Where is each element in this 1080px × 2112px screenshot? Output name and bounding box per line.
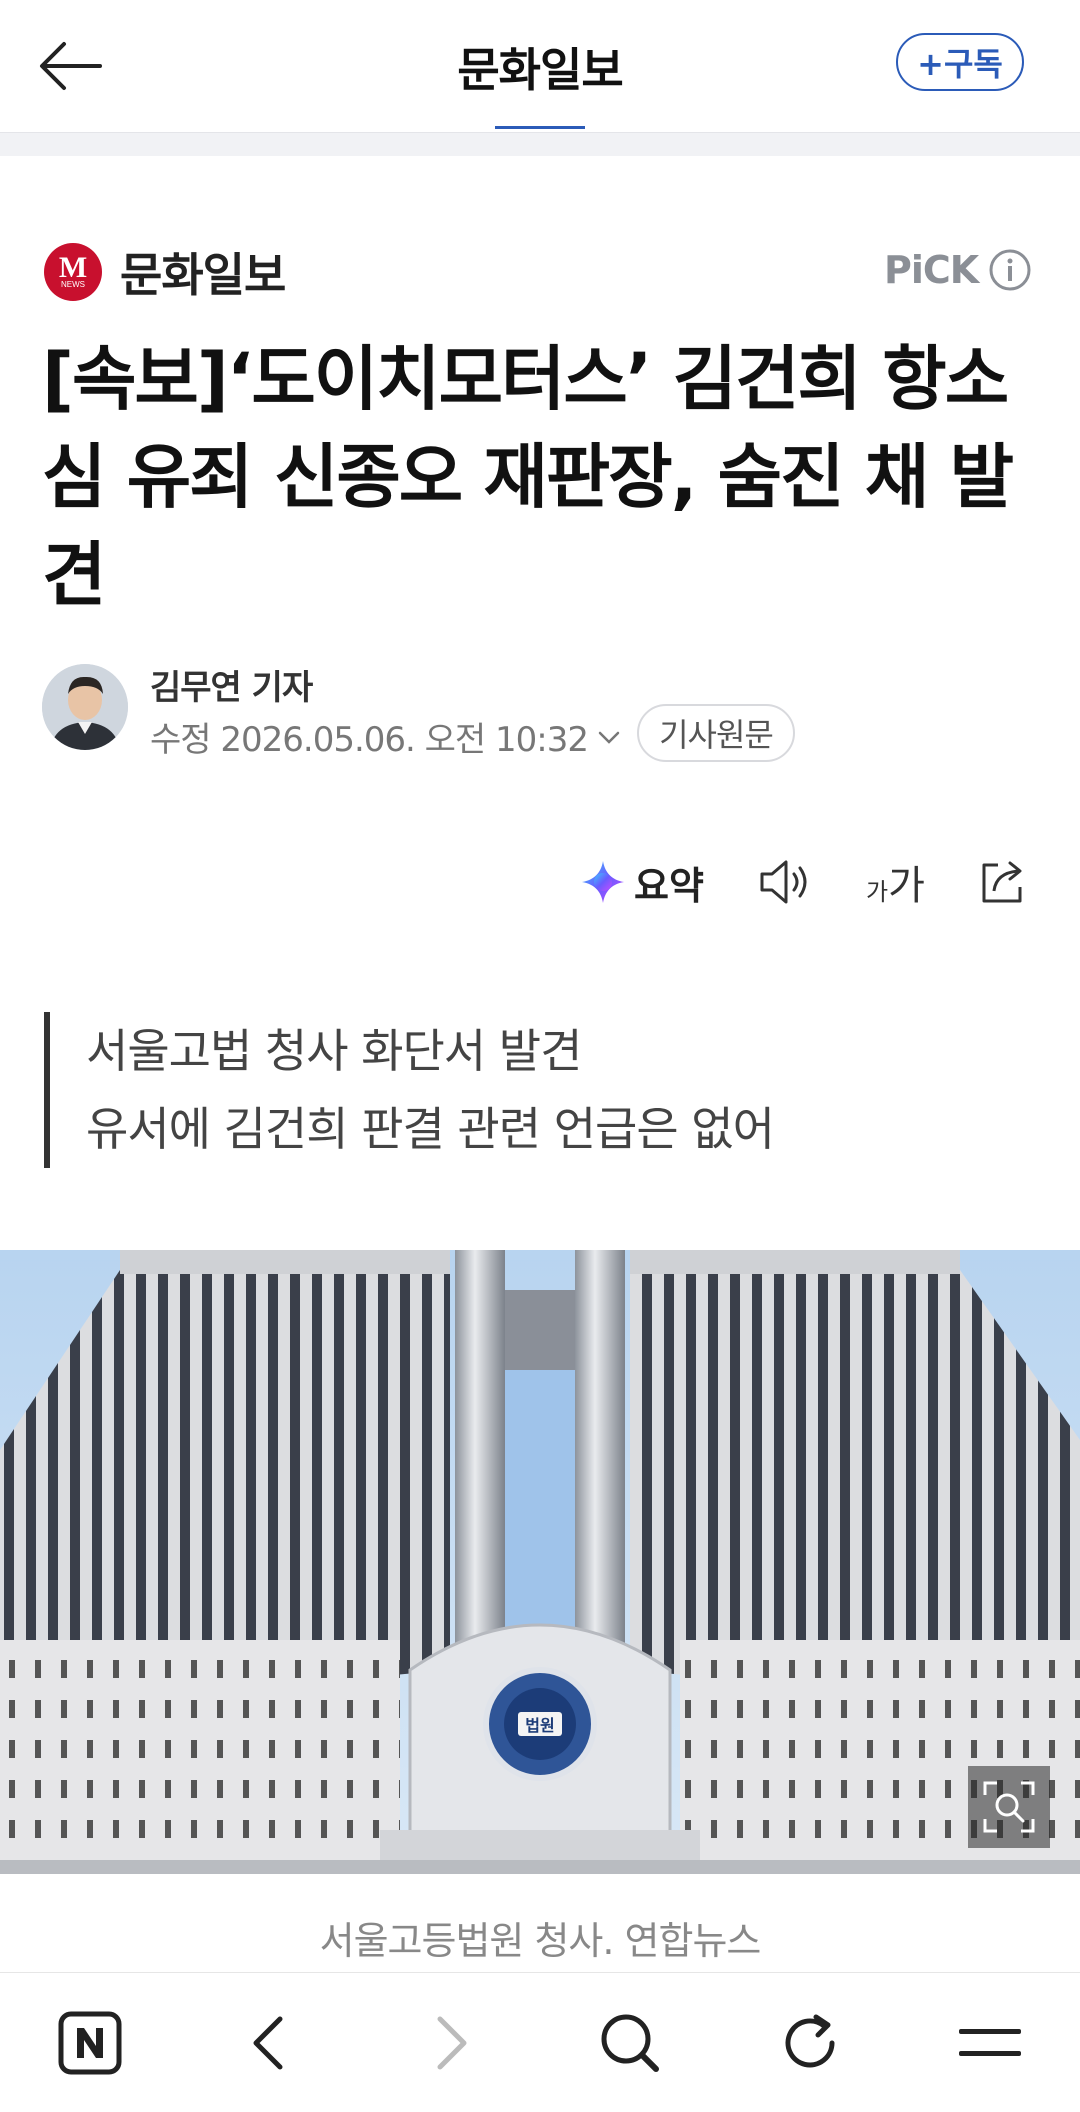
- nav-menu-button[interactable]: [948, 2001, 1032, 2085]
- photo-zoom-button[interactable]: [968, 1766, 1050, 1848]
- article-photo[interactable]: 법원: [0, 1250, 1080, 1874]
- chevron-right-icon: [437, 2016, 467, 2070]
- nav-back-button[interactable]: [228, 2001, 312, 2085]
- article-date: 수정 2026.05.06. 오전 10:32: [150, 720, 589, 760]
- menu-icon: [959, 2029, 1021, 2056]
- article-headline: [속보]‘도이치모터스’ 김건희 항소심 유죄 신종오 재판장, 숨진 채 발견: [42, 338, 1014, 616]
- chevron-down-icon: [598, 731, 620, 744]
- article-date-row[interactable]: 수정 2026.05.06. 오전 10:32: [150, 712, 624, 761]
- chevron-left-icon: [253, 2016, 283, 2070]
- zoom-icon: [983, 1781, 1035, 1833]
- nav-refresh-button[interactable]: [768, 2001, 852, 2085]
- font-size-button[interactable]: 가 가: [866, 852, 925, 912]
- original-article-button[interactable]: 기사원문: [637, 704, 795, 762]
- press-logo-letter: M: [58, 251, 88, 284]
- photo-caption: 서울고등법원 청사. 연합뉴스: [319, 1919, 762, 1963]
- naver-n-icon: [58, 2011, 122, 2075]
- press-logo: M NEWS: [44, 243, 102, 301]
- font-size-icon-small: 가: [866, 877, 889, 906]
- font-size-icon-large: 가: [888, 863, 925, 909]
- section-divider: [0, 132, 1080, 156]
- article-subtitle: 서울고법 청사 화단서 발견 유서에 김건희 판결 관련 언급은 없어: [44, 1012, 1024, 1168]
- press-header[interactable]: M NEWS 문화일보: [44, 243, 286, 302]
- nav-forward-button[interactable]: [408, 2001, 492, 2085]
- ai-sparkle-icon: [582, 861, 624, 903]
- press-logo-sub: NEWS: [61, 280, 85, 289]
- info-icon[interactable]: [988, 248, 1032, 292]
- court-emblem-text: 법원: [525, 1716, 554, 1735]
- nav-home-button[interactable]: [48, 2001, 132, 2085]
- title-underline: [495, 126, 585, 129]
- press-name: 문화일보: [120, 248, 286, 302]
- subscribe-button[interactable]: +구독: [896, 33, 1024, 91]
- bottom-navigation: [0, 1972, 1080, 2112]
- subtitle-line: 서울고법 청사 화단서 발견: [86, 1024, 582, 1078]
- subtitle-line: 유서에 김건희 판결 관련 언급은 없어: [86, 1102, 775, 1156]
- share-button[interactable]: [976, 852, 1030, 912]
- summary-label: 요약: [634, 863, 704, 908]
- reporter-name[interactable]: 김무연 기자: [150, 660, 313, 709]
- tts-button[interactable]: [756, 852, 812, 912]
- search-icon: [601, 2014, 659, 2072]
- speaker-icon: [760, 860, 807, 904]
- refresh-icon: [785, 2014, 835, 2068]
- top-app-bar: 문화일보 +구독: [0, 0, 1080, 132]
- nav-search-button[interactable]: [588, 2001, 672, 2085]
- summary-button[interactable]: 요약: [580, 852, 704, 912]
- share-icon: [982, 861, 1022, 903]
- pick-badge: PiCK: [884, 248, 979, 292]
- article-tools: 요약 가 가: [0, 852, 1080, 912]
- reporter-avatar[interactable]: [42, 664, 128, 750]
